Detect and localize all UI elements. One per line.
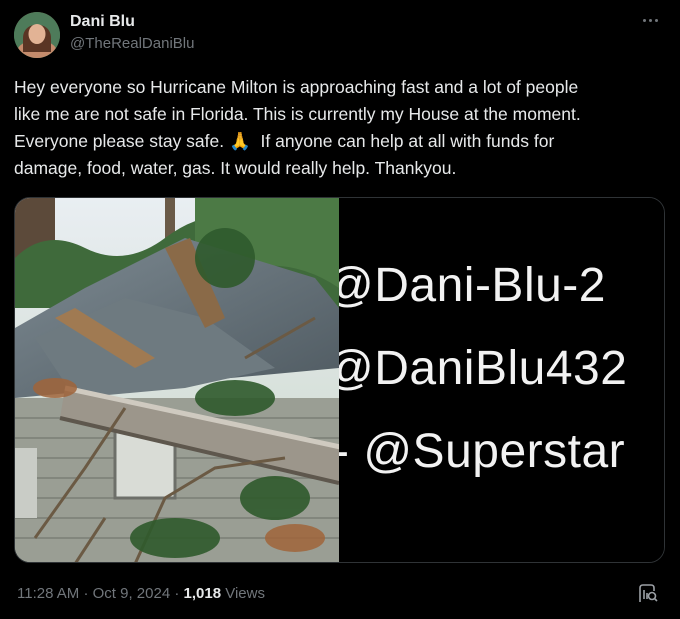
more-dots-icon[interactable] <box>636 10 664 30</box>
tweet-time[interactable]: 11:28 AM <box>17 585 79 602</box>
display-name[interactable]: Dani Blu <box>70 12 194 32</box>
handle[interactable]: @TheRealDaniBlu <box>70 34 194 54</box>
tweet-date[interactable]: Oct 9, 2024 <box>93 585 171 602</box>
separator-dot: · <box>174 585 184 602</box>
analytics-icon[interactable] <box>636 582 658 604</box>
author-block: Dani Blu @TheRealDaniBlu <box>70 12 194 54</box>
views-count: 1,018 <box>183 585 222 602</box>
separator-dot: · <box>83 585 93 602</box>
views-label: Views <box>225 585 265 602</box>
house-damage-photo[interactable] <box>15 198 346 562</box>
caption-image[interactable]: @Dani-Blu-2 @DaniBlu432 - @Superstar <box>339 198 664 562</box>
tweet-meta: 11:28 AM · Oct 9, 2024 · 1,018 Views <box>17 584 265 604</box>
tweet-media[interactable]: @Dani-Blu-2 @DaniBlu432 - @Superstar <box>14 197 665 563</box>
tweet-text: Hey everyone so Hurricane Milton is appr… <box>14 77 581 178</box>
caption-line-1: @Dani-Blu-2 <box>339 259 606 312</box>
avatar[interactable] <box>14 12 60 58</box>
caption-line-2: @DaniBlu432 <box>339 342 628 395</box>
caption-line-3: - @Superstar <box>339 425 626 478</box>
